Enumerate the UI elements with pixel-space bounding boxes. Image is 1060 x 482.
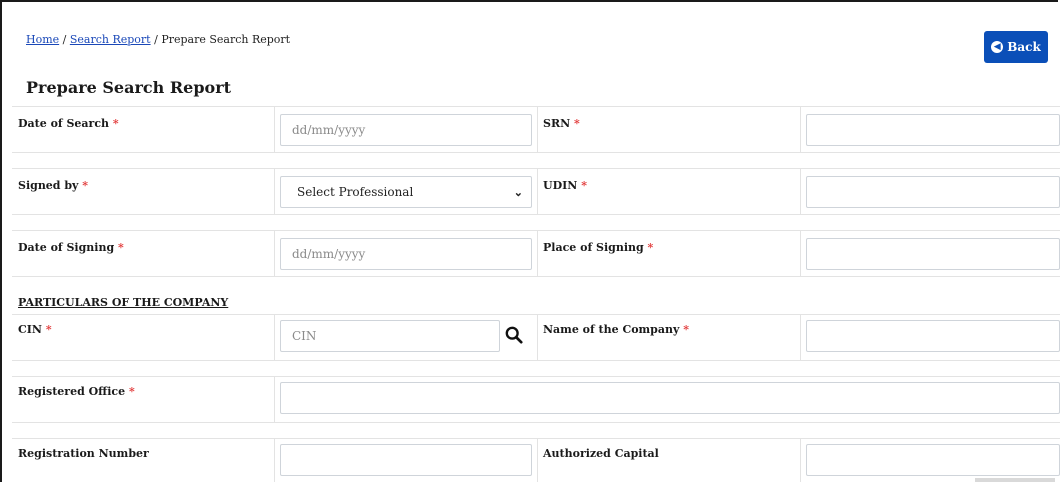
- required-marker: *: [112, 117, 119, 130]
- registration-number-label: Registration Number: [18, 447, 149, 460]
- signed-by-selected-value: Select Professional: [297, 185, 414, 199]
- chevron-down-icon: ⌄: [513, 185, 523, 199]
- back-button[interactable]: ◀ Back: [984, 31, 1048, 63]
- row-divider: [12, 276, 1060, 277]
- authorized-capital-label: Authorized Capital: [543, 447, 659, 460]
- authorized-capital-field[interactable]: [806, 444, 1060, 476]
- srn-input[interactable]: [818, 123, 1048, 137]
- authorized-capital-input[interactable]: [818, 453, 1048, 467]
- required-marker: *: [573, 117, 580, 130]
- signed-by-select[interactable]: Select Professional ⌄: [280, 176, 532, 208]
- required-marker: *: [45, 323, 52, 336]
- back-button-label: Back: [1007, 40, 1041, 54]
- place-of-signing-field[interactable]: [806, 238, 1060, 270]
- company-name-field[interactable]: [806, 320, 1060, 352]
- section-company-heading: PARTICULARS OF THE COMPANY: [18, 296, 229, 309]
- cin-label: CIN *: [18, 323, 52, 336]
- col-divider: [800, 230, 801, 276]
- registered-office-label: Registered Office *: [18, 385, 135, 398]
- breadcrumb-search-report-link[interactable]: Search Report: [70, 33, 151, 46]
- col-divider: [800, 106, 801, 152]
- col-divider: [274, 438, 275, 482]
- date-of-search-label: Date of Search *: [18, 117, 119, 130]
- scrollbar-stub[interactable]: [975, 478, 1055, 482]
- udin-label: UDIN *: [543, 179, 587, 192]
- cin-input[interactable]: [292, 329, 488, 343]
- srn-field[interactable]: [806, 114, 1060, 146]
- cin-field[interactable]: [280, 320, 500, 352]
- col-divider: [537, 438, 538, 482]
- row-divider: [12, 214, 1060, 215]
- required-marker: *: [647, 241, 654, 254]
- srn-label: SRN *: [543, 117, 580, 130]
- company-name-label: Name of the Company *: [543, 323, 690, 336]
- col-divider: [274, 376, 275, 422]
- date-of-search-field[interactable]: [280, 114, 532, 146]
- registration-number-field[interactable]: [280, 444, 532, 476]
- row-divider: [12, 422, 1060, 423]
- required-marker: *: [581, 179, 587, 192]
- udin-input[interactable]: [818, 185, 1048, 199]
- required-marker: *: [82, 179, 89, 192]
- col-divider: [800, 438, 801, 482]
- col-divider: [800, 168, 801, 214]
- required-marker: *: [118, 241, 124, 254]
- row-divider: [12, 230, 1060, 231]
- row-divider: [12, 360, 1060, 361]
- col-divider: [537, 168, 538, 214]
- date-of-signing-field[interactable]: [280, 238, 532, 270]
- date-of-signing-label: Date of Signing *: [18, 241, 124, 254]
- col-divider: [800, 314, 801, 360]
- breadcrumb-separator: /: [59, 33, 70, 46]
- registration-number-input[interactable]: [292, 453, 520, 467]
- row-divider: [12, 438, 1060, 439]
- row-divider: [12, 314, 1060, 315]
- search-icon[interactable]: [505, 326, 523, 344]
- row-divider: [12, 168, 1060, 169]
- signed-by-label: Signed by *: [18, 179, 89, 192]
- col-divider: [274, 230, 275, 276]
- col-divider: [537, 314, 538, 360]
- registered-office-field[interactable]: [280, 382, 1060, 414]
- company-name-input[interactable]: [818, 329, 1048, 343]
- breadcrumb-home-link[interactable]: Home: [26, 33, 59, 46]
- col-divider: [537, 230, 538, 276]
- col-divider: [537, 106, 538, 152]
- col-divider: [274, 106, 275, 152]
- breadcrumb-current: Prepare Search Report: [161, 33, 291, 46]
- row-divider: [12, 376, 1060, 377]
- date-of-search-input[interactable]: [292, 123, 520, 137]
- place-of-signing-input[interactable]: [818, 247, 1048, 261]
- place-of-signing-label: Place of Signing *: [543, 241, 654, 254]
- required-marker: *: [683, 323, 690, 336]
- col-divider: [274, 168, 275, 214]
- required-marker: *: [128, 385, 135, 398]
- col-divider: [274, 314, 275, 360]
- registered-office-input[interactable]: [292, 391, 1048, 405]
- date-of-signing-input[interactable]: [292, 247, 520, 261]
- row-divider: [12, 152, 1060, 153]
- page-title: Prepare Search Report: [26, 78, 232, 97]
- breadcrumb-separator: /: [150, 33, 162, 46]
- row-divider: [12, 106, 1060, 107]
- arrow-left-circle-icon: ◀: [991, 41, 1004, 53]
- udin-field[interactable]: [806, 176, 1060, 208]
- breadcrumb: Home / Search Report / Prepare Search Re…: [26, 33, 290, 46]
